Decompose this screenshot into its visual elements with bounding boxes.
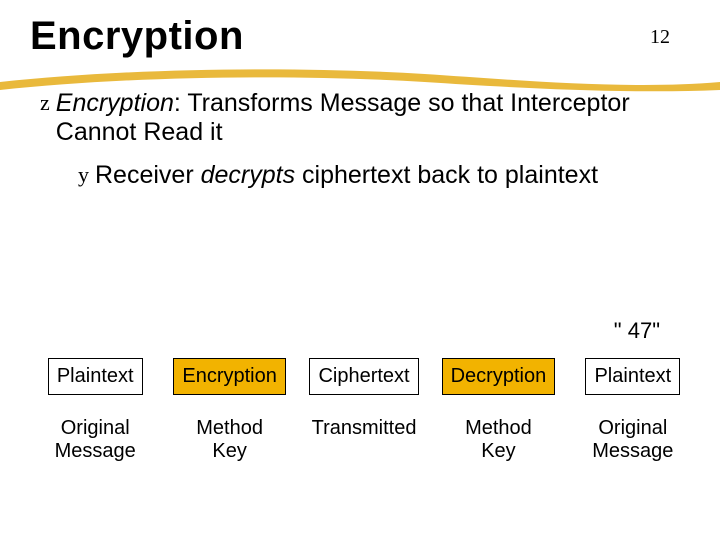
flow-caption-0: OriginalMessage <box>28 417 162 463</box>
flow-box-encryption: Encryption <box>162 358 296 395</box>
bullet2-before: Receiver <box>95 161 201 189</box>
bullet2-after: ciphertext back to plaintext <box>295 161 598 189</box>
flow-diagram: Plaintext Encryption Ciphertext Decrypti… <box>0 358 720 463</box>
bullet2-italic: decrypts <box>201 161 295 189</box>
flow-caption-1: MethodKey <box>162 417 296 463</box>
slide: Encryption 12 z Encryption: Transforms M… <box>0 0 720 540</box>
bullet1-term: Encryption <box>56 89 174 117</box>
bullet-level1: z Encryption: Transforms Message so that… <box>40 89 690 147</box>
flow-box-decryption: Decryption <box>431 358 565 395</box>
flow-box-plaintext-out: Plaintext <box>566 358 700 395</box>
flow-caption-3: MethodKey <box>431 417 565 463</box>
bullet2-text: Receiver decrypts ciphertext back to pla… <box>95 161 598 190</box>
flow-box-ciphertext: Ciphertext <box>297 358 431 395</box>
header: Encryption 12 <box>30 14 690 59</box>
flow-row-boxes: Plaintext Encryption Ciphertext Decrypti… <box>28 358 700 395</box>
page-number: 12 <box>650 26 670 49</box>
flow-box-plaintext-in: Plaintext <box>28 358 162 395</box>
bullet1-text: Encryption: Transforms Message so that I… <box>56 89 690 147</box>
slide-title: Encryption <box>30 14 690 59</box>
annotation-47: " 47" <box>614 318 660 344</box>
bullet-marker-z: z <box>40 89 50 118</box>
bullet-marker-y: y <box>78 161 89 190</box>
flow-caption-4: OriginalMessage <box>566 417 700 463</box>
flow-caption-2: Transmitted <box>297 417 431 463</box>
bullet-level2: y Receiver decrypts ciphertext back to p… <box>78 161 690 190</box>
flow-row-captions: OriginalMessage MethodKey Transmitted Me… <box>28 417 700 463</box>
